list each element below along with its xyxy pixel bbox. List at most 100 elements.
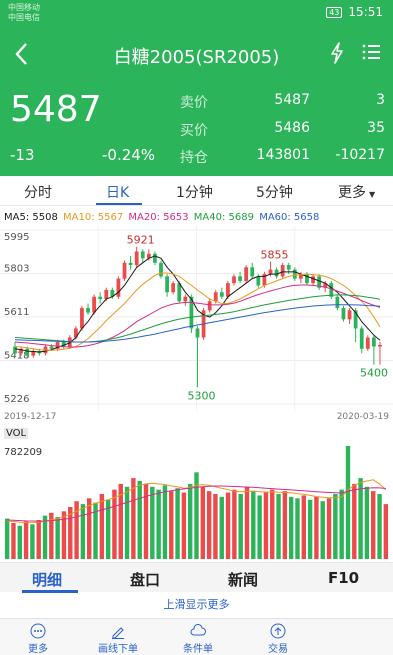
volume-bar [4, 518, 10, 559]
price-tick-label: 5226 [4, 394, 29, 405]
volume-bar [282, 491, 288, 559]
candle-body [219, 292, 224, 297]
volume-bar [345, 446, 351, 559]
volume-bar [143, 483, 149, 559]
volume-bar [23, 521, 29, 559]
menu-button[interactable] [361, 42, 381, 62]
volume-bar [270, 489, 275, 559]
candle-body [286, 265, 291, 270]
more-dots-icon [30, 623, 46, 639]
tab-5-minute[interactable]: 5分钟 [256, 182, 293, 202]
volume-chart[interactable]: 782209 [0, 442, 393, 560]
price-tick-label: 5995 [4, 232, 29, 243]
volume-bar [263, 492, 269, 559]
candle-body [371, 337, 376, 347]
battery-indicator: 43 [326, 6, 343, 18]
tab-1-minute[interactable]: 1分钟 [176, 182, 213, 202]
volume-bar [162, 485, 168, 559]
volume-bar [86, 498, 92, 559]
date-range: 2019-12-17 2020-03-19 [0, 412, 393, 426]
lightning-icon [331, 42, 343, 64]
volume-bar [213, 493, 218, 559]
volume-bar [200, 486, 206, 559]
swipe-more-hint[interactable]: 上滑显示更多 [0, 594, 393, 616]
volume-bar [333, 493, 338, 559]
candle-body [232, 276, 236, 284]
volume-bar [124, 486, 130, 559]
volume-bar [301, 495, 307, 559]
condition-order-label: 条件单 [183, 644, 213, 655]
price-tick-label: 5803 [4, 263, 29, 274]
volume-bar [99, 493, 105, 559]
candle-body [207, 301, 212, 311]
candle-body [104, 289, 109, 300]
candle-body [335, 296, 340, 309]
volume-bar [295, 498, 300, 559]
volume-bar [244, 486, 250, 559]
tab-intraday[interactable]: 分时 [24, 182, 52, 202]
more-button[interactable]: 更多 [8, 623, 68, 655]
candle-body [213, 292, 218, 302]
candlestick-chart[interactable]: 599558035611541852265921585553005400 [0, 226, 393, 411]
volume-bar [326, 498, 332, 559]
tab-more[interactable]: 更多 ▼ [338, 182, 375, 202]
volume-bar [175, 488, 180, 559]
volume-bar [232, 489, 237, 559]
draw-line-order-button[interactable]: 画线下单 [88, 623, 148, 655]
volume-bar [131, 478, 136, 559]
volume-label: VOL [4, 428, 29, 439]
active-tab-indicator [96, 203, 142, 205]
candle-body [171, 283, 176, 293]
draw-line-order-label: 画线下单 [98, 644, 138, 655]
buy-label: 买价 [180, 123, 208, 139]
volume-bar [307, 499, 313, 559]
hold-value: 143801 [256, 147, 310, 163]
volume-bar [61, 511, 67, 559]
candle-body [49, 346, 54, 349]
mid-high-annotation: 5855 [260, 249, 288, 262]
tab-more-label: 更多 [338, 185, 366, 201]
ma10-label: MA10: 5567 [63, 212, 124, 223]
candle-body [244, 267, 249, 281]
ma-legend: MA5: 5508 MA10: 5567 MA20: 5653 MA40: 56… [4, 212, 321, 223]
candle-body [13, 346, 17, 354]
price-tick-label: 5611 [4, 307, 29, 318]
tab-order-book[interactable]: 盘口 [130, 569, 160, 590]
ma20-label: MA20: 5653 [128, 212, 189, 223]
status-bar: 中国移动 中国电信 43 15:51 [0, 0, 393, 28]
condition-order-button[interactable]: 条件单 [168, 623, 228, 655]
tab-news[interactable]: 新闻 [228, 569, 258, 590]
buy-row: 买价 5486 35 [180, 120, 385, 146]
volume-bar [320, 501, 325, 559]
candle-body [347, 310, 352, 320]
cloud-icon [190, 624, 206, 636]
tab-detail[interactable]: 明细 [32, 569, 62, 590]
sell-price: 5487 [274, 92, 310, 108]
dropdown-arrow-icon: ▼ [369, 190, 376, 199]
volume-max-label: 782209 [4, 447, 42, 458]
volume-bar [74, 501, 79, 559]
more-label: 更多 [28, 644, 48, 655]
volume-bar [112, 489, 117, 559]
candle-body [122, 262, 127, 279]
start-date: 2019-12-17 [4, 412, 57, 422]
quote-panel: 5487 -13 -0.24% 卖价 5487 3 买价 5486 35 持仓 … [0, 84, 393, 176]
volume-bar [352, 483, 357, 559]
ma5-label: MA5: 5508 [4, 212, 58, 223]
tab-daily-k[interactable]: 日K [106, 182, 129, 202]
candle-body [256, 276, 261, 286]
last-low-annotation: 5400 [360, 367, 388, 380]
candle-body [98, 296, 103, 300]
price-change-percent: -0.24% [102, 146, 156, 164]
lightning-button[interactable] [327, 41, 347, 65]
bottom-toolbar: 更多 画线下单 条件单 交易 [0, 618, 393, 655]
candle-body [92, 296, 96, 313]
tab-f10[interactable]: F10 [328, 569, 359, 587]
candle-body [80, 308, 84, 329]
clock: 15:51 [348, 5, 383, 19]
candle-body [128, 262, 133, 266]
volume-header: VOL [0, 428, 393, 442]
trade-button[interactable]: 交易 [248, 623, 308, 655]
volume-bar [358, 478, 363, 559]
sell-volume: 3 [376, 92, 385, 108]
